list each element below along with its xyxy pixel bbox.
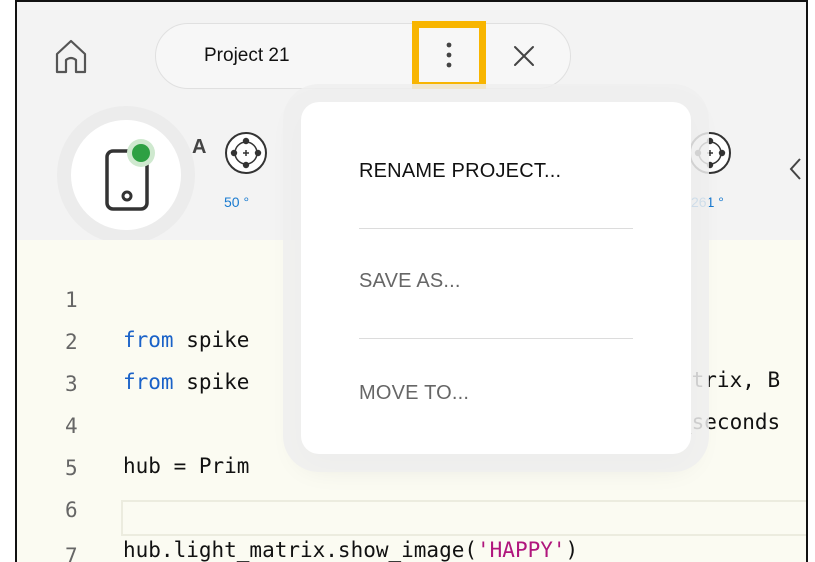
active-line-highlight[interactable] (121, 500, 806, 536)
line-number: 7 (65, 544, 78, 562)
project-menu-dropdown: RENAME PROJECT... SAVE AS... MOVE TO... (301, 102, 691, 454)
code-line: 1 from spike atrix, B (17, 240, 780, 392)
port-a-label: A (192, 136, 207, 158)
code-line: 7 (17, 496, 93, 562)
motor-icon[interactable] (687, 130, 733, 176)
string-literal: 'HAPPY' (477, 538, 566, 562)
project-tab-title: Project 21 (204, 45, 290, 66)
port-right-degrees: 261 ° (691, 194, 724, 210)
code-line: 4 hub = Prim (17, 366, 249, 478)
code-text: atrix, B (679, 368, 781, 392)
keyword: from (123, 370, 174, 394)
code-text: hub = Prim (123, 454, 250, 478)
code-text: _seconds (679, 410, 781, 434)
code-text: ) (565, 538, 579, 562)
code-line: 3 (17, 324, 93, 396)
hub-connect-button[interactable] (71, 120, 181, 230)
code-text: spike (173, 328, 250, 352)
save-as-item[interactable]: SAVE AS... (359, 270, 461, 293)
project-menu-button[interactable] (412, 21, 486, 89)
hub-icon (105, 139, 155, 211)
close-icon[interactable] (510, 42, 538, 70)
menu-divider (359, 228, 633, 229)
code-line: 5 (17, 408, 93, 480)
code-line: 2 from spike _seconds (17, 282, 780, 434)
code-text: spike (173, 370, 250, 394)
move-to-item[interactable]: MOVE TO... (359, 382, 469, 405)
menu-divider (359, 338, 633, 339)
code-line: 6 hub.light_matrix.show_image('HAPPY') (17, 450, 578, 562)
keyword: from (123, 328, 174, 352)
port-a-degrees: 50 ° (224, 194, 250, 210)
code-text: hub.light_matrix.show_image( (123, 538, 478, 562)
project-tab[interactable]: Project 21 (155, 21, 571, 89)
home-icon (55, 39, 87, 74)
motor-icon[interactable] (223, 130, 269, 176)
more-vertical-icon (446, 42, 452, 68)
app-window: Project 21 A 50 ° 261 ° 1 from spike atr… (15, 0, 808, 562)
home-button[interactable] (37, 22, 105, 90)
chevron-left-icon[interactable] (787, 156, 803, 182)
top-bar: Project 21 (17, 2, 806, 100)
rename-project-item[interactable]: RENAME PROJECT... (359, 160, 561, 183)
